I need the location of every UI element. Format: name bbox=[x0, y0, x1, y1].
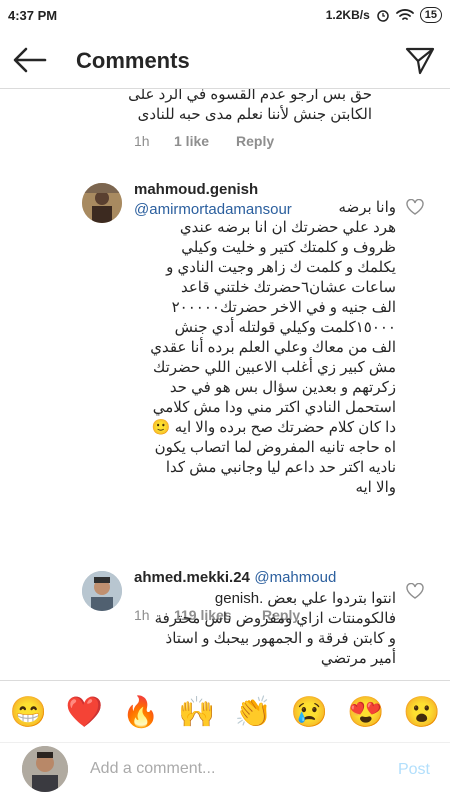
clapping-emoji-button[interactable]: 👏 bbox=[231, 695, 275, 730]
alarm-icon bbox=[377, 10, 389, 22]
status-bar: 4:37 PM 1.2KB/s 15 bbox=[0, 0, 450, 32]
back-arrow-icon[interactable] bbox=[12, 46, 48, 74]
battery-indicator: 15 bbox=[419, 7, 442, 23]
comment-likes[interactable]: 1 like bbox=[174, 133, 209, 149]
reply-button[interactable]: Reply bbox=[236, 133, 274, 149]
comment-username[interactable]: mahmoud.genish bbox=[134, 181, 396, 198]
comment-username[interactable]: ahmed.mekki.24 bbox=[134, 569, 250, 586]
comment-text: انتوا بتردوا علي بعض .genish فالكومنتات … bbox=[154, 590, 396, 667]
comment-time: 1h bbox=[134, 133, 150, 149]
like-heart-icon[interactable] bbox=[406, 199, 424, 215]
page-title: Comments bbox=[76, 48, 190, 73]
surprised-emoji-button[interactable]: 😮 bbox=[400, 695, 444, 730]
header-bar: Comments bbox=[0, 32, 450, 89]
avatar bbox=[22, 746, 68, 792]
sad-emoji-button[interactable]: 😢 bbox=[287, 695, 331, 730]
post-button[interactable]: Post bbox=[398, 761, 430, 779]
status-indicators: 1.2KB/s 15 bbox=[326, 7, 442, 23]
avatar[interactable] bbox=[82, 571, 122, 611]
add-comment-input[interactable] bbox=[88, 759, 382, 779]
raised-hands-emoji-button[interactable]: 🙌 bbox=[175, 695, 219, 730]
status-time: 4:37 PM bbox=[8, 8, 58, 23]
grinning-emoji-button[interactable]: 😁 bbox=[6, 695, 50, 730]
comment-text: حق بس ارجو عدم القسوه في الرد على الكابت… bbox=[128, 89, 372, 123]
heart-emoji-button[interactable]: ❤️ bbox=[62, 695, 106, 730]
share-icon[interactable] bbox=[404, 44, 436, 76]
fire-emoji-button[interactable]: 🔥 bbox=[119, 695, 163, 730]
comment-text: وانا برضه هرد علي حضرتك ان انا برضه عندي… bbox=[150, 199, 396, 496]
network-speed: 1.2KB/s bbox=[325, 8, 370, 22]
wifi-icon bbox=[395, 9, 414, 20]
emoji-quick-bar: 😁 ❤️ 🔥 🙌 👏 😢 😍 😮 bbox=[0, 680, 450, 743]
comment-input-bar: Post bbox=[0, 742, 450, 801]
like-heart-icon[interactable] bbox=[406, 583, 424, 599]
avatar[interactable] bbox=[82, 183, 122, 223]
comments-list[interactable]: حق بس ارجو عدم القسوه في الرد على الكابت… bbox=[0, 89, 450, 680]
mention-link[interactable]: @mahmoud bbox=[254, 569, 336, 586]
heart-eyes-emoji-button[interactable]: 😍 bbox=[344, 695, 388, 730]
